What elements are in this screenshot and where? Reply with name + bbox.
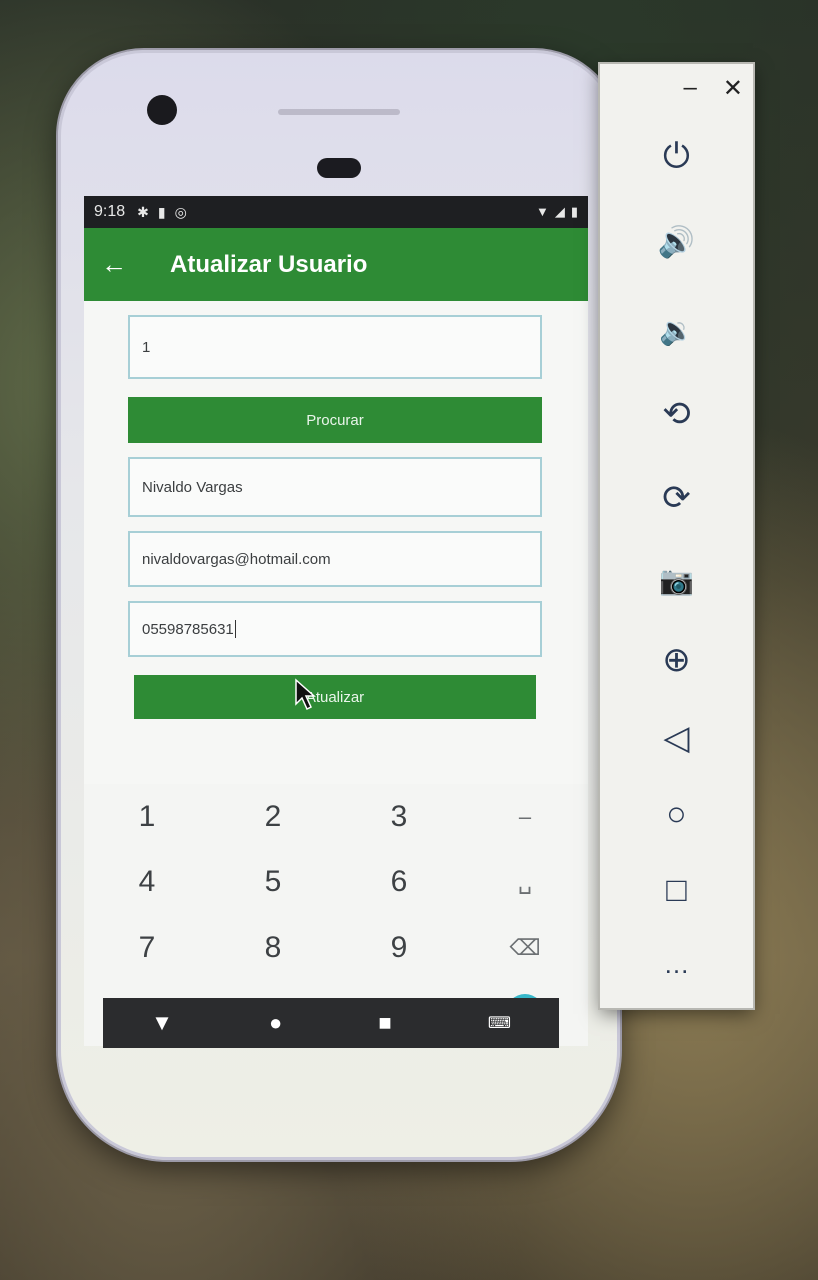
volume-down-icon[interactable]: 🔉 [600,300,753,360]
minimize-button[interactable]: – [684,74,697,103]
more-icon[interactable]: … [600,934,753,994]
power-icon[interactable]: ⏻ [600,126,753,186]
name-value: Nivaldo Vargas [142,478,243,496]
key-1[interactable]: 1 [84,784,210,850]
email-input[interactable]: nivaldovargas@hotmail.com [128,531,542,587]
backspace-icon[interactable]: ⌫ [462,915,588,981]
key-5[interactable]: 5 [210,850,336,916]
phone-device: 9:18 ✱ ▮ ◎ ▼ ◢ ▮ ← Atualizar Usuario 1 P… [58,50,620,1160]
update-button[interactable]: Atualizar [134,675,536,719]
email-value: nivaldovargas@hotmail.com [142,550,331,568]
phone-screen: 9:18 ✱ ▮ ◎ ▼ ◢ ▮ ← Atualizar Usuario 1 P… [84,196,588,1046]
nav-keyboard-icon[interactable]: ⌨ [488,1013,511,1033]
home-icon[interactable]: ○ [600,784,753,844]
key-7[interactable]: 7 [84,915,210,981]
key-9[interactable]: 9 [336,915,462,981]
key-3[interactable]: 3 [336,784,462,850]
mouse-pointer-icon [295,678,316,711]
key-2[interactable]: 2 [210,784,336,850]
nav-back-icon[interactable]: ▼ [151,1010,173,1036]
settings-icon: ✱ [137,203,149,220]
front-camera [147,95,177,125]
search-button[interactable]: Procurar [128,397,542,443]
back-icon[interactable]: ◁ [600,708,753,768]
phone-value: 05598785631 [142,620,234,638]
overview-icon[interactable]: □ [600,860,753,920]
form-container: 1 Procurar Nivaldo Vargas nivaldovargas@… [84,315,588,719]
app-bar: ← Atualizar Usuario [84,228,588,301]
close-button[interactable]: ✕ [723,74,743,103]
sync-icon: ◎ [174,203,187,220]
back-arrow-icon[interactable]: ← [84,249,144,280]
emulator-control-panel: – ✕ ⏻ 🔊 🔉 ⟲ ⟳ 📷 ⊕ ◁ ○ □ … [600,64,753,1008]
key-minus[interactable]: – [462,784,588,850]
zoom-icon[interactable]: ⊕ [600,630,753,690]
name-input[interactable]: Nivaldo Vargas [128,457,542,517]
camera-icon[interactable]: 📷 [600,550,753,610]
key-4[interactable]: 4 [84,850,210,916]
phone-input[interactable]: 05598785631 [128,601,542,657]
status-bar: 9:18 ✱ ▮ ◎ ▼ ◢ ▮ [84,196,588,228]
battery-icon: ▮ [570,204,578,219]
earpiece [317,158,361,178]
rotate-left-icon[interactable]: ⟲ [600,384,753,444]
wifi-icon: ▼ [535,204,549,219]
user-id-input[interactable]: 1 [128,315,542,379]
volume-up-icon[interactable]: 🔊 [600,212,753,272]
nav-home-icon[interactable]: ● [269,1010,282,1036]
speaker-grille [278,109,400,115]
navigation-bar: ▼ ● ■ ⌨ [103,998,559,1048]
text-caret [234,620,236,638]
user-id-value: 1 [142,338,151,356]
status-time: 9:18 [94,203,126,220]
key-8[interactable]: 8 [210,915,336,981]
rotate-right-icon[interactable]: ⟳ [600,468,753,528]
sd-card-icon: ▮ [157,203,166,220]
page-title: Atualizar Usuario [170,250,368,278]
nav-recents-icon[interactable]: ■ [378,1010,391,1036]
key-space[interactable]: ␣ [462,850,588,916]
signal-icon: ◢ [554,204,565,219]
key-6[interactable]: 6 [336,850,462,916]
